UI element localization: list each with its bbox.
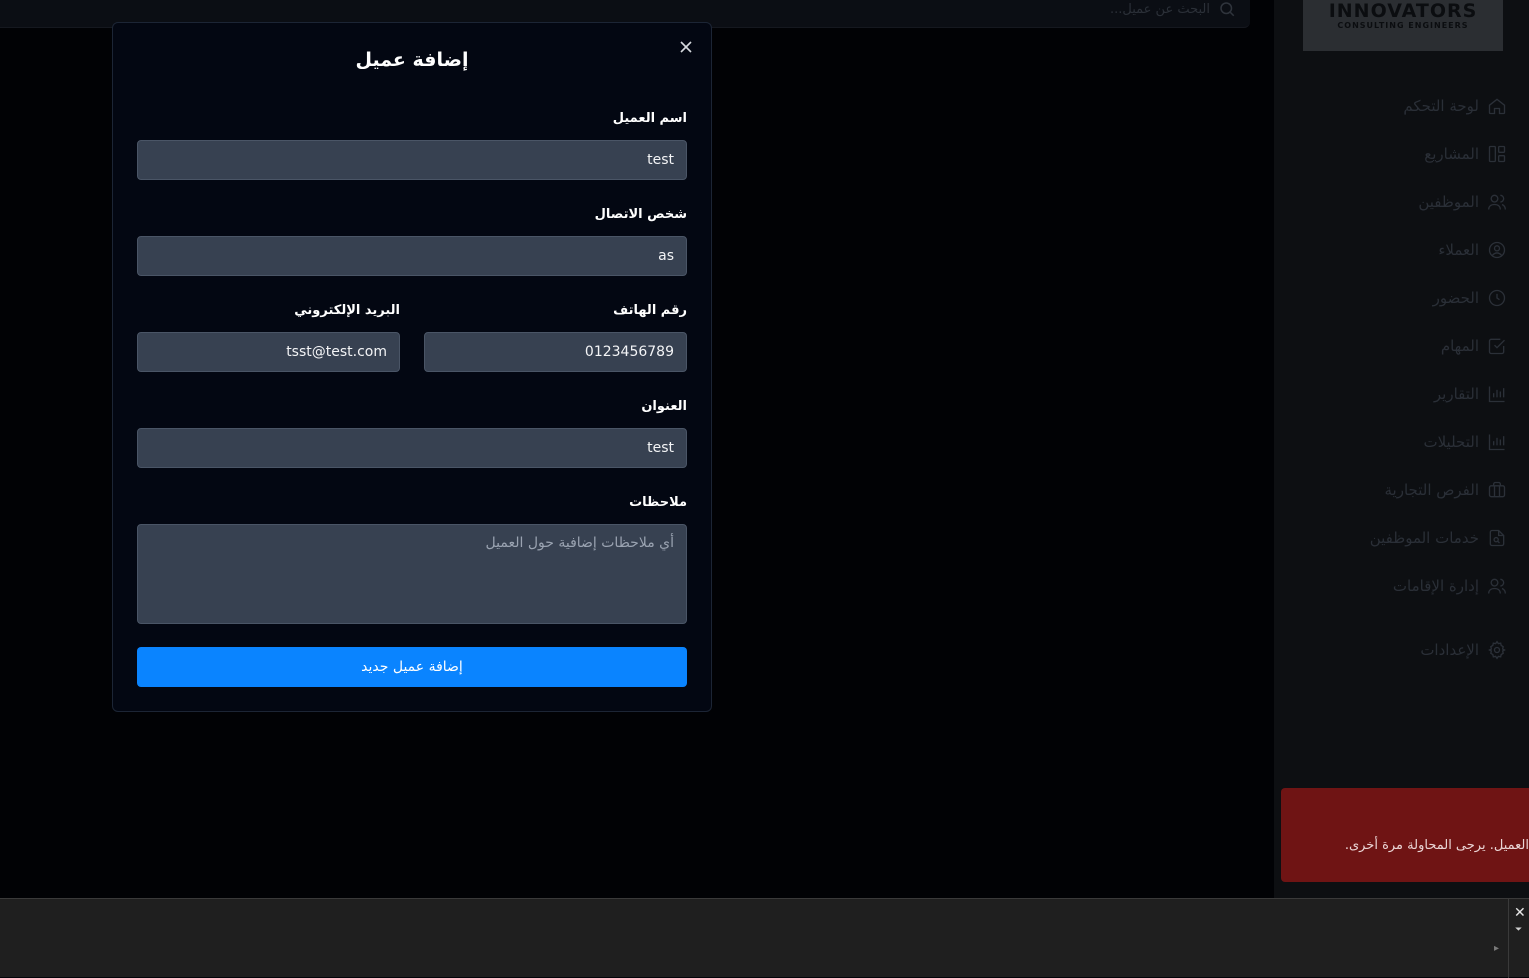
logo-line-1: INNOVATORS xyxy=(1328,0,1478,22)
phone-label: رقم الهاتف xyxy=(613,303,687,318)
notes-textarea[interactable] xyxy=(137,524,687,624)
sidebar-item-label: التحليلات xyxy=(1423,433,1479,451)
sidebar: INNOVATORS CONSULTING ENGINEERS لوحة الت… xyxy=(1274,0,1529,898)
sidebar-item-label: المهام xyxy=(1440,337,1479,355)
notes-label: ملاحظات xyxy=(629,495,687,510)
sidebar-item-opportunities[interactable]: الفرص التجارية xyxy=(1287,466,1507,514)
search-box[interactable]: البحث عن عميل... xyxy=(1110,0,1236,18)
sidebar-item-settings[interactable]: الإعدادات xyxy=(1287,626,1507,674)
contact-person-label: شخص الاتصال xyxy=(594,207,687,222)
users-icon xyxy=(1488,194,1506,210)
address-input[interactable]: test xyxy=(137,428,687,468)
search-icon xyxy=(1220,2,1235,17)
clock-icon xyxy=(1488,289,1506,307)
sidebar-item-label: الفرص التجارية xyxy=(1384,481,1479,499)
client-name-input[interactable]: test xyxy=(137,140,687,180)
email-input[interactable]: tsst@test.com xyxy=(137,332,400,372)
expand-arrow-icon[interactable]: ▸ xyxy=(1494,943,1499,954)
layout-icon xyxy=(1488,145,1506,163)
add-client-submit-button[interactable]: إضافة عميل جديد xyxy=(137,647,687,687)
bottom-panel: ✕ ⏷ ▸ xyxy=(0,898,1529,978)
bar-chart-icon xyxy=(1488,434,1505,451)
phone-input[interactable]: 0123456789 xyxy=(424,332,687,372)
sidebar-item-employee-services[interactable]: خدمات الموظفين xyxy=(1287,514,1507,562)
sidebar-item-label: العملاء xyxy=(1438,241,1479,259)
checkbox-icon xyxy=(1488,338,1505,355)
users-icon xyxy=(1488,578,1506,594)
sidebar-item-label: الإعدادات xyxy=(1420,641,1479,659)
sidebar-item-label: خدمات الموظفين xyxy=(1369,529,1479,547)
bar-chart-icon xyxy=(1488,386,1505,403)
logo-line-2: CONSULTING ENGINEERS xyxy=(1337,21,1469,30)
user-circle-icon xyxy=(1488,241,1506,259)
client-name-label: اسم العميل xyxy=(612,111,687,126)
sidebar-item-projects[interactable]: المشاريع xyxy=(1287,130,1507,178)
panel-divider xyxy=(1508,899,1509,978)
home-icon xyxy=(1488,98,1506,115)
add-client-modal: إضافة عميل اسم العميل test شخص الاتصال a… xyxy=(112,22,712,712)
sidebar-item-label: الحضور xyxy=(1432,289,1479,307)
sidebar-item-label: التقارير xyxy=(1433,385,1479,403)
sidebar-item-attendance[interactable]: الحضور xyxy=(1287,274,1507,322)
sidebar-item-tasks[interactable]: المهام xyxy=(1287,322,1507,370)
sidebar-item-label: لوحة التحكم xyxy=(1403,97,1479,115)
modal-title: إضافة عميل xyxy=(355,49,469,71)
sidebar-nav: لوحة التحكم المشاريع الموظفين العملاء ال… xyxy=(1287,82,1507,674)
close-panel-icon[interactable]: ✕ xyxy=(1514,905,1526,921)
sidebar-item-label: إدارة الإقامات xyxy=(1392,577,1479,595)
toast-message: العميل. يرجى المحاولة مرة أخرى. xyxy=(1344,838,1529,853)
file-search-icon xyxy=(1489,529,1505,547)
company-logo[interactable]: INNOVATORS CONSULTING ENGINEERS xyxy=(1303,0,1503,51)
sidebar-item-analytics[interactable]: التحليلات xyxy=(1287,418,1507,466)
sidebar-item-clients[interactable]: العملاء xyxy=(1287,226,1507,274)
sidebar-item-residency[interactable]: إدارة الإقامات xyxy=(1287,562,1507,610)
search-placeholder: البحث عن عميل... xyxy=(1109,1,1210,17)
briefcase-icon xyxy=(1488,481,1506,498)
collapse-panel-icon[interactable]: ⏷ xyxy=(1515,925,1522,935)
gear-icon xyxy=(1488,640,1506,660)
sidebar-item-reports[interactable]: التقارير xyxy=(1287,370,1507,418)
sidebar-item-label: المشاريع xyxy=(1424,145,1479,163)
email-label: البريد الإلكتروني xyxy=(294,303,400,318)
sidebar-item-label: الموظفين xyxy=(1418,193,1479,211)
contact-person-input[interactable]: as xyxy=(137,236,687,276)
sidebar-item-employees[interactable]: الموظفين xyxy=(1287,178,1507,226)
sidebar-item-dashboard[interactable]: لوحة التحكم xyxy=(1287,82,1507,130)
error-toast[interactable]: العميل. يرجى المحاولة مرة أخرى. xyxy=(1281,788,1529,882)
address-label: العنوان xyxy=(641,399,687,414)
